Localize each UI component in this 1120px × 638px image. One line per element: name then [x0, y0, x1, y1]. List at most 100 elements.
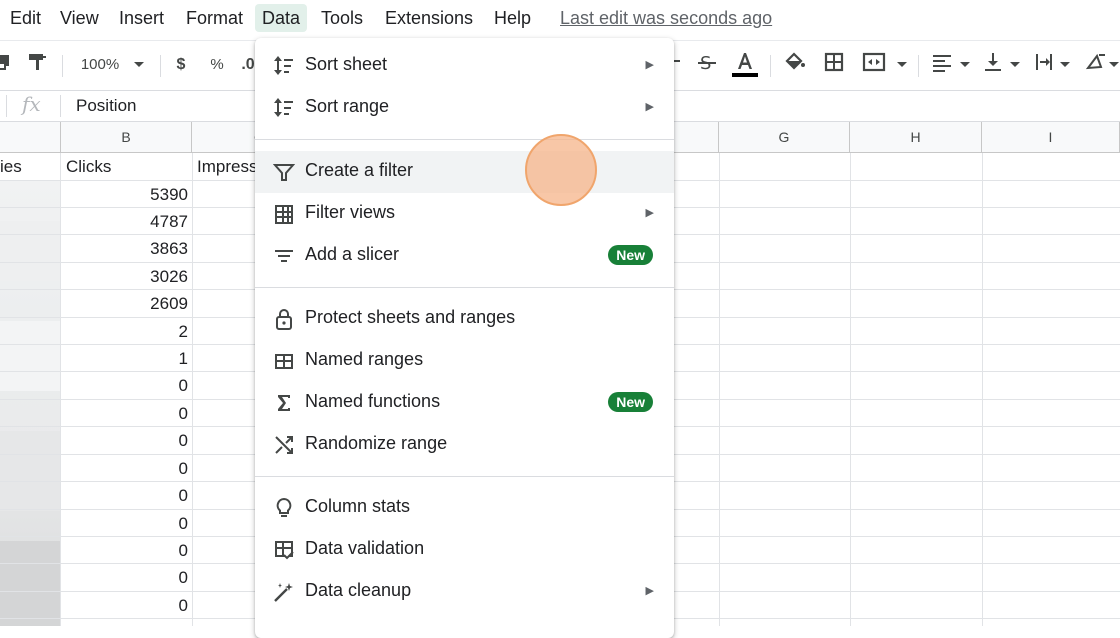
menu-data[interactable]: Data	[255, 4, 308, 32]
filter-icon	[272, 161, 296, 183]
menu-item-sort-range[interactable]: Sort range ▶	[255, 87, 674, 129]
cell-clicks[interactable]: 1	[64, 349, 188, 369]
zoom-select[interactable]: 100%	[76, 51, 124, 79]
menu-item-label: Add a slicer	[305, 244, 400, 264]
menu-item-label: Sort sheet	[305, 54, 388, 74]
rotation-chevron-down-icon[interactable]	[1108, 51, 1120, 79]
submenu-arrow-icon: ▶	[645, 207, 654, 219]
cell-clicks[interactable]: 0	[64, 596, 188, 616]
text-wrapping-icon[interactable]	[1032, 51, 1056, 79]
menu-edit[interactable]: Edit	[8, 4, 43, 32]
currency-format-button[interactable]: $	[172, 51, 190, 79]
menu-item-named-ranges[interactable]: Named ranges	[255, 340, 674, 382]
valign-chevron-down-icon[interactable]	[1008, 51, 1022, 79]
column-header-i[interactable]: I	[982, 122, 1120, 153]
print-icon[interactable]	[0, 51, 12, 79]
fx-icon: fx	[22, 92, 41, 116]
split-text-icon	[273, 617, 295, 625]
sort-icon	[273, 55, 295, 77]
menu-item-filter-views[interactable]: Filter views ▶	[255, 193, 674, 235]
cell-clicks[interactable]: 5390	[64, 185, 188, 205]
menu-item-create-filter[interactable]: Create a filter	[255, 151, 674, 193]
column-header-h[interactable]: H	[850, 122, 982, 153]
cell-clicks[interactable]: 0	[64, 514, 188, 534]
strikethrough-icon[interactable]: S	[696, 51, 718, 79]
slicer-icon	[273, 245, 295, 267]
cell-b1[interactable]: Clicks	[66, 157, 111, 177]
menu-extensions[interactable]: Extensions	[383, 4, 475, 32]
submenu-arrow-icon: ▶	[645, 101, 654, 113]
vertical-align-icon[interactable]	[982, 51, 1004, 79]
cell-clicks[interactable]: 4787	[64, 212, 188, 232]
menu-item-label: Randomize range	[305, 433, 448, 453]
menu-item-label: Create a filter	[305, 160, 414, 180]
formula-input[interactable]: Position	[76, 96, 136, 116]
merge-cells-icon[interactable]	[860, 51, 888, 79]
decimal-button[interactable]: .0	[241, 51, 255, 79]
text-color-icon[interactable]	[732, 51, 758, 79]
lightbulb-icon	[273, 497, 295, 519]
fill-color-icon[interactable]	[783, 51, 807, 79]
wrap-chevron-down-icon[interactable]	[1058, 51, 1072, 79]
cell-c1[interactable]: Impress	[197, 157, 257, 177]
menu-item-cutoff[interactable]	[255, 613, 674, 625]
menu-insert[interactable]: Insert	[117, 4, 166, 32]
cell-clicks[interactable]: 0	[64, 376, 188, 396]
filter-views-icon	[273, 203, 295, 225]
cell-clicks[interactable]: 0	[64, 431, 188, 451]
horizontal-align-icon[interactable]	[930, 51, 954, 79]
halign-chevron-down-icon[interactable]	[958, 51, 972, 79]
menu-bar: Edit View Insert Format Data Tools Exten…	[0, 0, 1120, 38]
menu-item-data-cleanup[interactable]: Data cleanup ▶	[255, 571, 674, 613]
menu-item-protect-sheets[interactable]: Protect sheets and ranges	[255, 298, 674, 340]
cell-clicks[interactable]: 0	[64, 568, 188, 588]
menu-item-label: Protect sheets and ranges	[305, 307, 516, 327]
menu-help[interactable]: Help	[492, 4, 533, 32]
menu-view[interactable]: View	[58, 4, 101, 32]
merge-chevron-down-icon[interactable]	[894, 51, 910, 79]
click-highlight	[525, 134, 597, 206]
data-validation-icon	[273, 539, 295, 561]
menu-format[interactable]: Format	[184, 4, 245, 32]
magic-wand-icon	[273, 581, 295, 603]
text-rotation-icon[interactable]	[1084, 51, 1108, 79]
cell-clicks[interactable]: 0	[64, 486, 188, 506]
cell-clicks[interactable]: 0	[64, 541, 188, 561]
menu-item-label: Named functions	[305, 391, 441, 411]
blurred-column-a	[0, 181, 60, 626]
paint-format-icon[interactable]	[26, 51, 48, 79]
menu-item-label: Data cleanup	[305, 580, 412, 600]
menu-item-label: Filter views	[305, 202, 396, 222]
menu-item-randomize-range[interactable]: Randomize range	[255, 424, 674, 466]
shuffle-icon	[273, 434, 295, 456]
menu-item-label: Sort range	[305, 96, 390, 116]
zoom-chevron-down-icon[interactable]	[131, 51, 147, 79]
menu-item-named-functions[interactable]: Named functions New	[255, 382, 674, 424]
menu-item-column-stats[interactable]: Column stats	[255, 487, 674, 529]
menu-item-sort-sheet[interactable]: Sort sheet ▶	[255, 45, 674, 87]
last-edit-link[interactable]: Last edit was seconds ago	[560, 4, 772, 32]
cell-a1[interactable]: ies	[0, 157, 22, 177]
submenu-arrow-icon: ▶	[645, 585, 654, 597]
menu-item-add-slicer[interactable]: Add a slicer New	[255, 235, 674, 277]
cell-clicks[interactable]: 3863	[64, 239, 188, 259]
lock-icon	[273, 308, 295, 330]
menu-item-label: Named ranges	[305, 349, 424, 369]
cell-clicks[interactable]: 0	[64, 459, 188, 479]
menu-item-label: Data validation	[305, 538, 425, 558]
column-header-g[interactable]: G	[719, 122, 850, 153]
column-header-b[interactable]: B	[61, 122, 192, 153]
percent-format-button[interactable]: %	[208, 51, 226, 79]
column-header-a[interactable]	[0, 122, 61, 153]
borders-icon[interactable]	[822, 51, 846, 79]
named-ranges-icon	[273, 350, 295, 372]
cell-clicks[interactable]: 3026	[64, 267, 188, 287]
new-badge: New	[608, 392, 653, 412]
cell-clicks[interactable]: 2609	[64, 294, 188, 314]
menu-tools[interactable]: Tools	[319, 4, 365, 32]
menu-item-data-validation[interactable]: Data validation	[255, 529, 674, 571]
sigma-icon	[273, 392, 295, 414]
data-menu-dropdown: Sort sheet ▶ Sort range ▶ Create a filte…	[255, 38, 674, 638]
cell-clicks[interactable]: 0	[64, 404, 188, 424]
cell-clicks[interactable]: 2	[64, 322, 188, 342]
